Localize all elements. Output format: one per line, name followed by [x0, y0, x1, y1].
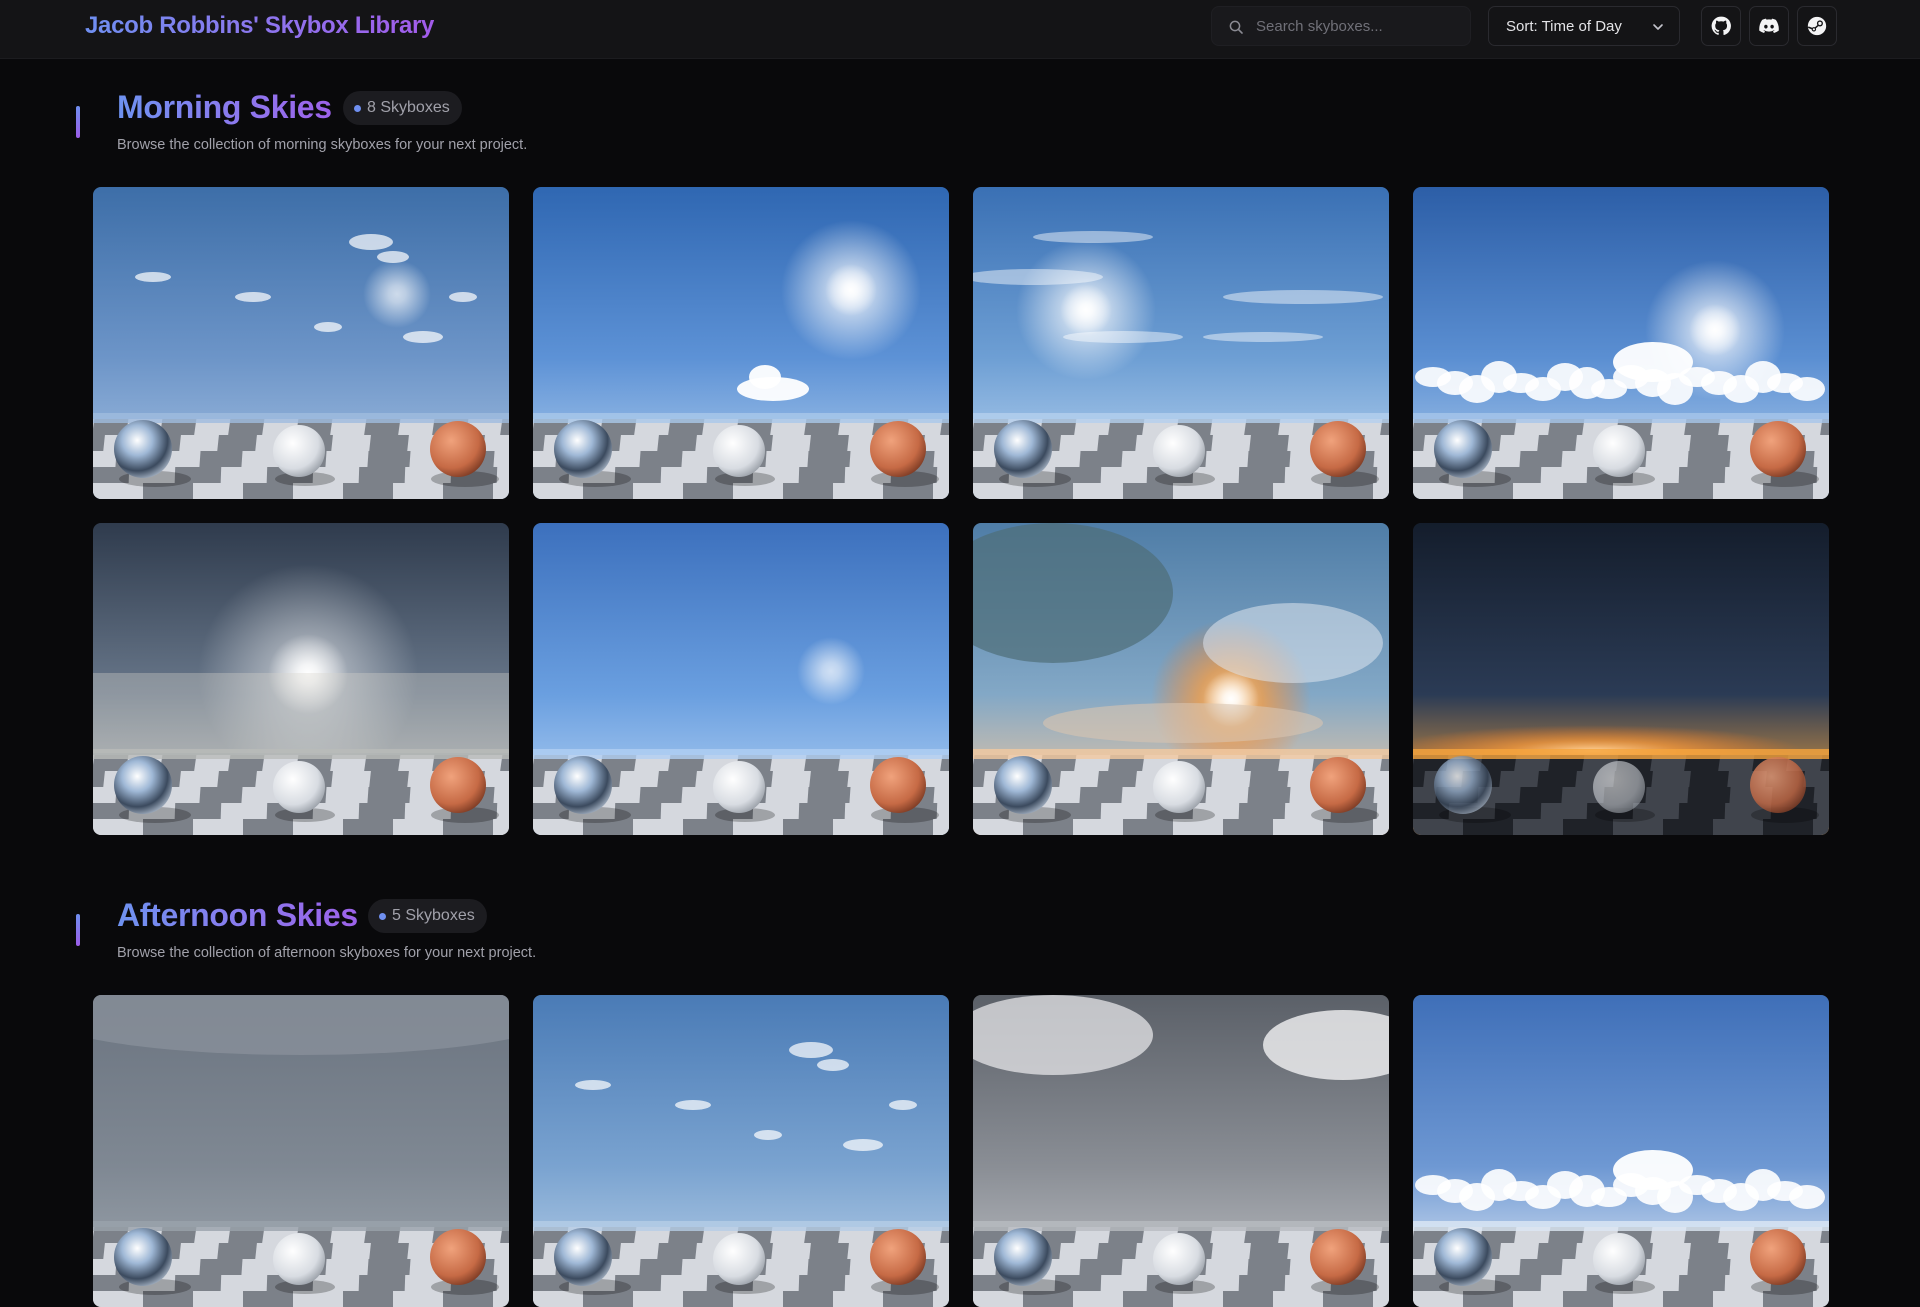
skybox-preview-image: [1413, 523, 1829, 835]
skybox-card[interactable]: [93, 995, 509, 1307]
section-description: Browse the collection of afternoon skybo…: [117, 945, 537, 961]
sort-label: Sort: Time of Day: [1506, 18, 1622, 35]
search-icon: [1229, 20, 1243, 34]
skybox-card[interactable]: [973, 523, 1389, 835]
badge-count: 8 Skyboxes: [367, 99, 450, 116]
skybox-count-badge: 5 Skyboxes: [368, 899, 487, 933]
github-button[interactable]: [1701, 6, 1741, 46]
badge-dot: [379, 913, 386, 920]
skybox-count-badge: 8 Skyboxes: [343, 91, 462, 125]
skybox-preview-image: [973, 523, 1389, 835]
skybox-preview-image: [533, 995, 949, 1307]
skybox-preview-image: [1413, 995, 1829, 1307]
section-title: Morning Skies: [117, 89, 332, 125]
skybox-card[interactable]: [1413, 995, 1829, 1307]
skybox-preview-image: [1413, 187, 1829, 499]
skybox-preview-image: [973, 995, 1389, 1307]
skybox-preview-image: [93, 187, 509, 499]
discord-button[interactable]: [1749, 6, 1789, 46]
badge-count: 5 Skyboxes: [392, 907, 475, 924]
skybox-preview-image: [973, 187, 1389, 499]
steam-icon: [1807, 16, 1827, 36]
skybox-preview-image: [533, 187, 949, 499]
discord-icon: [1759, 18, 1779, 33]
skybox-card[interactable]: [93, 187, 509, 499]
skybox-preview-image: [93, 995, 509, 1307]
skybox-card[interactable]: [533, 187, 949, 499]
section-accent-bar: [76, 914, 80, 946]
skybox-card[interactable]: [533, 523, 949, 835]
section-description: Browse the collection of morning skyboxe…: [117, 137, 528, 153]
skybox-card[interactable]: [973, 995, 1389, 1307]
search-input[interactable]: [1256, 7, 1456, 45]
top-nav-bar: Jacob Robbins' Skybox Library Sort: Time…: [0, 0, 1920, 59]
skybox-card[interactable]: [973, 187, 1389, 499]
chevron-down-icon: [1653, 24, 1663, 30]
skybox-preview-image: [93, 523, 509, 835]
section-accent-bar: [76, 106, 80, 138]
skybox-preview-image: [533, 523, 949, 835]
site-title[interactable]: Jacob Robbins' Skybox Library: [85, 12, 434, 40]
section-title: Afternoon Skies: [117, 897, 358, 933]
skybox-card[interactable]: [533, 995, 949, 1307]
search-box[interactable]: [1211, 6, 1471, 46]
skybox-card[interactable]: [1413, 523, 1829, 835]
skybox-card[interactable]: [1413, 187, 1829, 499]
sort-dropdown[interactable]: Sort: Time of Day: [1488, 6, 1680, 46]
badge-dot: [354, 105, 361, 112]
steam-button[interactable]: [1797, 6, 1837, 46]
github-icon: [1711, 16, 1731, 36]
skybox-card[interactable]: [93, 523, 509, 835]
